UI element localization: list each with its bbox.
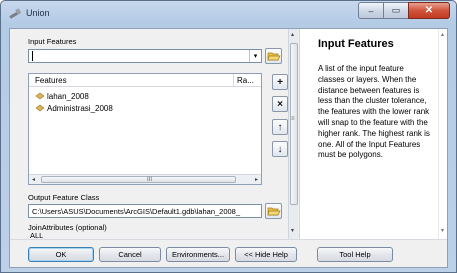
maximize-icon: ▭ [391, 5, 401, 15]
scroll-thumb[interactable]: III [41, 176, 236, 183]
features-table[interactable]: Features Ra... lahan_2008 Administrasi_2… [28, 73, 262, 185]
scroll-thumb[interactable]: ≡ [290, 43, 298, 205]
browse-input-button[interactable] [265, 48, 282, 64]
input-features-label: Input Features [28, 37, 77, 46]
close-icon: ✕ [424, 5, 434, 16]
cancel-button[interactable]: Cancel [99, 247, 161, 262]
union-dialog: Union – ▭ ✕ Input Features ▾ Features Ra… [0, 0, 457, 273]
help-title: Input Features [318, 38, 394, 50]
remove-icon: × [277, 98, 283, 110]
chevron-down-icon[interactable]: ▾ [249, 50, 261, 62]
features-table-header: Features Ra... [29, 74, 261, 87]
text-caret [32, 51, 33, 61]
scroll-left-icon[interactable]: ◂ [32, 176, 35, 183]
column-divider[interactable] [233, 74, 234, 87]
scroll-up-icon[interactable]: ▴ [291, 31, 294, 38]
help-vertical-scrollbar[interactable]: ▴ ▾ [438, 29, 447, 239]
dialog-body: Input Features ▾ Features Ra... lahan_20… [9, 28, 448, 268]
scroll-right-icon[interactable]: ▸ [255, 176, 258, 183]
input-features-combo[interactable]: ▾ [28, 49, 262, 63]
remove-row-button[interactable]: × [272, 96, 288, 112]
table-row[interactable]: lahan_2008 [35, 91, 89, 101]
scroll-down-icon[interactable]: ▾ [291, 227, 294, 234]
horizontal-scrollbar[interactable]: ◂ III ▸ [29, 174, 261, 184]
scroll-grip: III [147, 177, 153, 183]
tool-help-button[interactable]: Tool Help [317, 247, 393, 262]
parameters-vertical-scrollbar[interactable]: ▴ ≡ ▾ [288, 29, 298, 239]
output-feature-class-label: Output Feature Class [28, 193, 100, 202]
maximize-button[interactable]: ▭ [383, 2, 408, 19]
help-panel: Input Features A list of the input featu… [299, 29, 447, 239]
arrow-up-icon: ↑ [277, 121, 283, 133]
title-bar[interactable]: Union – ▭ ✕ [1, 1, 456, 28]
join-attributes-label: JoinAttributes (optional) [28, 223, 107, 232]
add-row-button[interactable]: + [272, 74, 288, 90]
help-text: A list of the input feature classes or l… [318, 64, 430, 160]
scroll-down-icon[interactable]: ▾ [441, 227, 444, 234]
table-row[interactable]: Administrasi_2008 [35, 103, 113, 113]
column-header-ranks[interactable]: Ra... [237, 76, 254, 85]
button-bar: OK Cancel Environments... << Hide Help T… [10, 239, 447, 267]
move-down-button[interactable]: ↓ [272, 141, 288, 157]
move-up-button[interactable]: ↑ [272, 119, 288, 135]
minimize-icon: – [368, 5, 374, 16]
tool-hammer-icon [8, 8, 22, 20]
row-feature-name: lahan_2008 [47, 91, 89, 101]
environments-button[interactable]: Environments... [166, 247, 230, 262]
output-feature-class-field[interactable]: C:\Users\ASUS\Documents\ArcGIS\Default1.… [28, 204, 262, 218]
parameters-panel: Input Features ▾ Features Ra... lahan_20… [10, 29, 288, 239]
close-button[interactable]: ✕ [408, 2, 450, 19]
folder-open-icon [267, 52, 281, 61]
minimize-button[interactable]: – [358, 2, 383, 19]
window-title: Union [26, 8, 50, 18]
browse-output-button[interactable] [265, 203, 282, 219]
ok-button[interactable]: OK [28, 247, 94, 262]
plus-icon: + [277, 76, 283, 88]
column-header-features[interactable]: Features [35, 76, 67, 85]
scroll-grip: ≡ [291, 116, 295, 122]
arrow-down-icon: ↓ [277, 143, 283, 155]
scroll-up-icon[interactable]: ▴ [441, 31, 444, 38]
polygon-layer-icon [35, 104, 45, 112]
polygon-layer-icon [35, 92, 45, 100]
folder-open-icon [267, 207, 281, 216]
hide-help-button[interactable]: << Hide Help [235, 247, 297, 262]
row-feature-name: Administrasi_2008 [47, 103, 113, 113]
